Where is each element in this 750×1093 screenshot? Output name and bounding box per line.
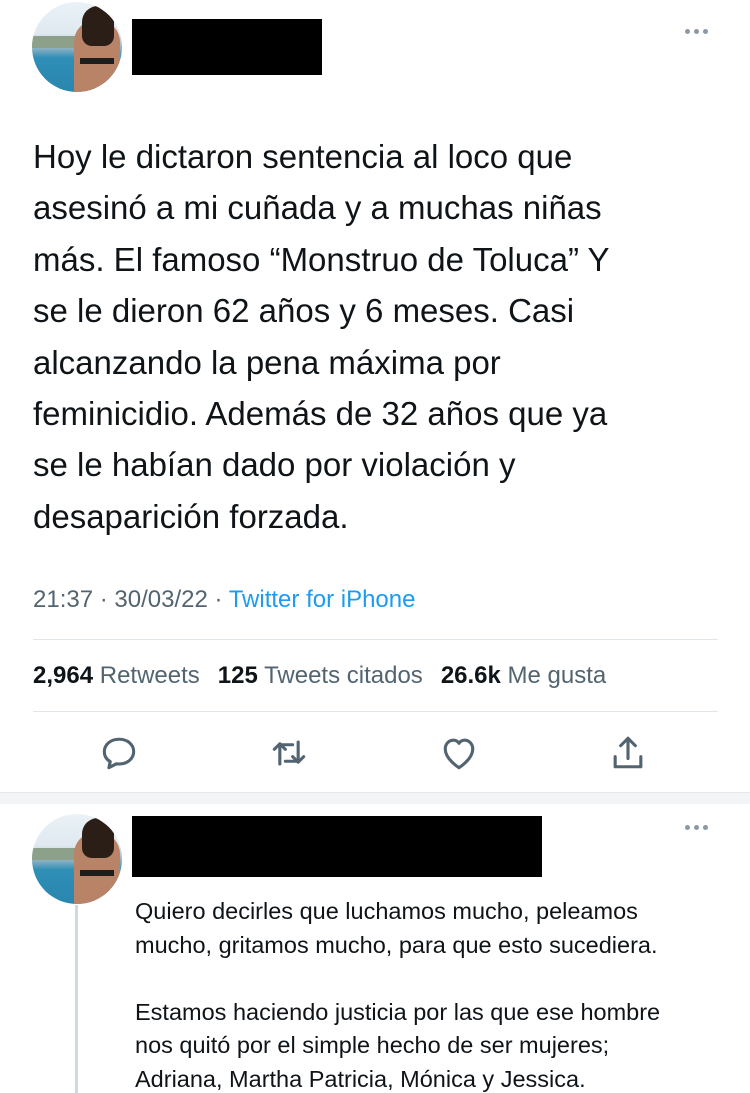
tweet-metadata: 21:37 · 30/03/22 · Twitter for iPhone [33,586,416,613]
tweet-text: Hoy le dictaron sentencia al loco que as… [33,138,610,535]
tweet-date: 30/03/22 [114,586,208,613]
comment-icon [102,737,136,770]
thread-line [75,905,78,1093]
redacted-reply-author-name [132,816,542,877]
heart-icon [443,738,475,770]
reply-button[interactable] [97,731,141,775]
likes-stat[interactable]: 26.6k Me gusta [441,662,606,689]
reply-author-avatar[interactable] [32,814,122,904]
share-button[interactable] [606,731,650,775]
retweet-button[interactable] [267,731,311,775]
share-icon [613,736,643,769]
like-button[interactable] [437,731,481,775]
divider [33,711,718,712]
tweet-stats: 2,964 Retweets 125 Tweets citados 26.6k Me… [33,662,606,690]
redacted-author-name [132,19,322,75]
tweet-source-link[interactable]: Twitter for iPhone [229,586,416,613]
author-avatar[interactable] [32,2,122,92]
retweet-icon [272,740,306,766]
quotes-stat[interactable]: 125 Tweets citados [218,662,423,689]
tweet-time: 21:37 [33,586,94,613]
section-separator [0,792,750,804]
reply-more-options-icon[interactable] [685,822,717,832]
retweets-stat[interactable]: 2,964 Retweets [33,662,200,689]
more-options-icon[interactable] [685,26,717,36]
reply-tweet-text: Quiero decirles que luchamos mucho, pele… [135,898,661,1092]
divider [33,639,718,640]
